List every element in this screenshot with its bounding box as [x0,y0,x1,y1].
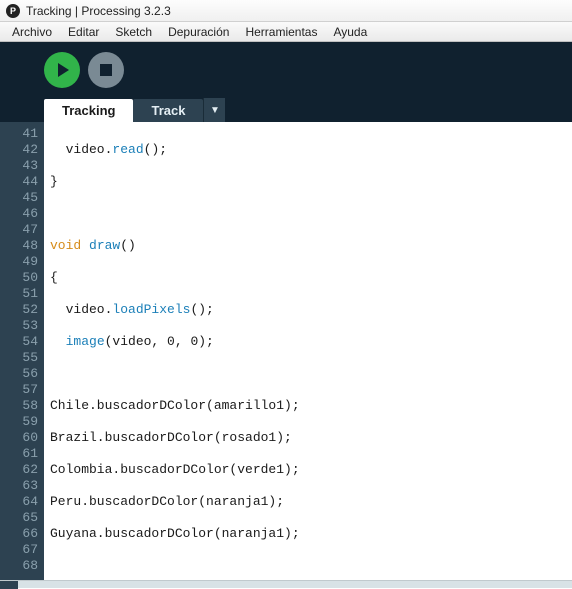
app-icon: P [6,4,20,18]
line-number: 68 [4,558,38,574]
status-bar [0,580,572,588]
play-icon [58,63,69,77]
line-number: 63 [4,478,38,494]
tab-menu-button[interactable]: ▼ [203,98,225,122]
line-number: 58 [4,398,38,414]
line-number: 50 [4,270,38,286]
line-number: 62 [4,462,38,478]
menu-debug[interactable]: Depuración [160,23,237,41]
line-number: 47 [4,222,38,238]
menu-tools[interactable]: Herramientas [237,23,325,41]
tab-tracking[interactable]: Tracking [44,99,133,122]
line-number: 45 [4,190,38,206]
line-number: 46 [4,206,38,222]
line-number: 41 [4,126,38,142]
line-number: 53 [4,318,38,334]
line-number: 43 [4,158,38,174]
line-number: 61 [4,446,38,462]
menu-help[interactable]: Ayuda [325,23,375,41]
tabs-row: Tracking Track ▼ [44,98,572,122]
line-number: 60 [4,430,38,446]
line-number: 64 [4,494,38,510]
line-number: 54 [4,334,38,350]
line-number: 67 [4,542,38,558]
window-title: Tracking | Processing 3.2.3 [26,4,171,18]
menu-file[interactable]: Archivo [4,23,60,41]
menu-bar: Archivo Editar Sketch Depuración Herrami… [0,22,572,42]
line-number: 42 [4,142,38,158]
line-number: 44 [4,174,38,190]
line-number: 57 [4,382,38,398]
line-number: 56 [4,366,38,382]
stop-button[interactable] [88,52,124,88]
line-number: 59 [4,414,38,430]
line-number: 52 [4,302,38,318]
line-number: 48 [4,238,38,254]
run-button[interactable] [44,52,80,88]
line-number: 51 [4,286,38,302]
tab-track[interactable]: Track [133,99,203,122]
stop-icon [100,64,112,76]
line-number: 66 [4,526,38,542]
line-number: 55 [4,350,38,366]
line-number: 49 [4,254,38,270]
line-gutter: 4142434445464748495051525354555657585960… [0,122,44,580]
code-area[interactable]: video.read(); } void draw() { video.load… [44,122,572,580]
menu-edit[interactable]: Editar [60,23,107,41]
toolbar: Tracking Track ▼ [0,42,572,122]
title-bar: P Tracking | Processing 3.2.3 [0,0,572,22]
code-editor[interactable]: 4142434445464748495051525354555657585960… [0,122,572,580]
menu-sketch[interactable]: Sketch [107,23,160,41]
line-number: 65 [4,510,38,526]
